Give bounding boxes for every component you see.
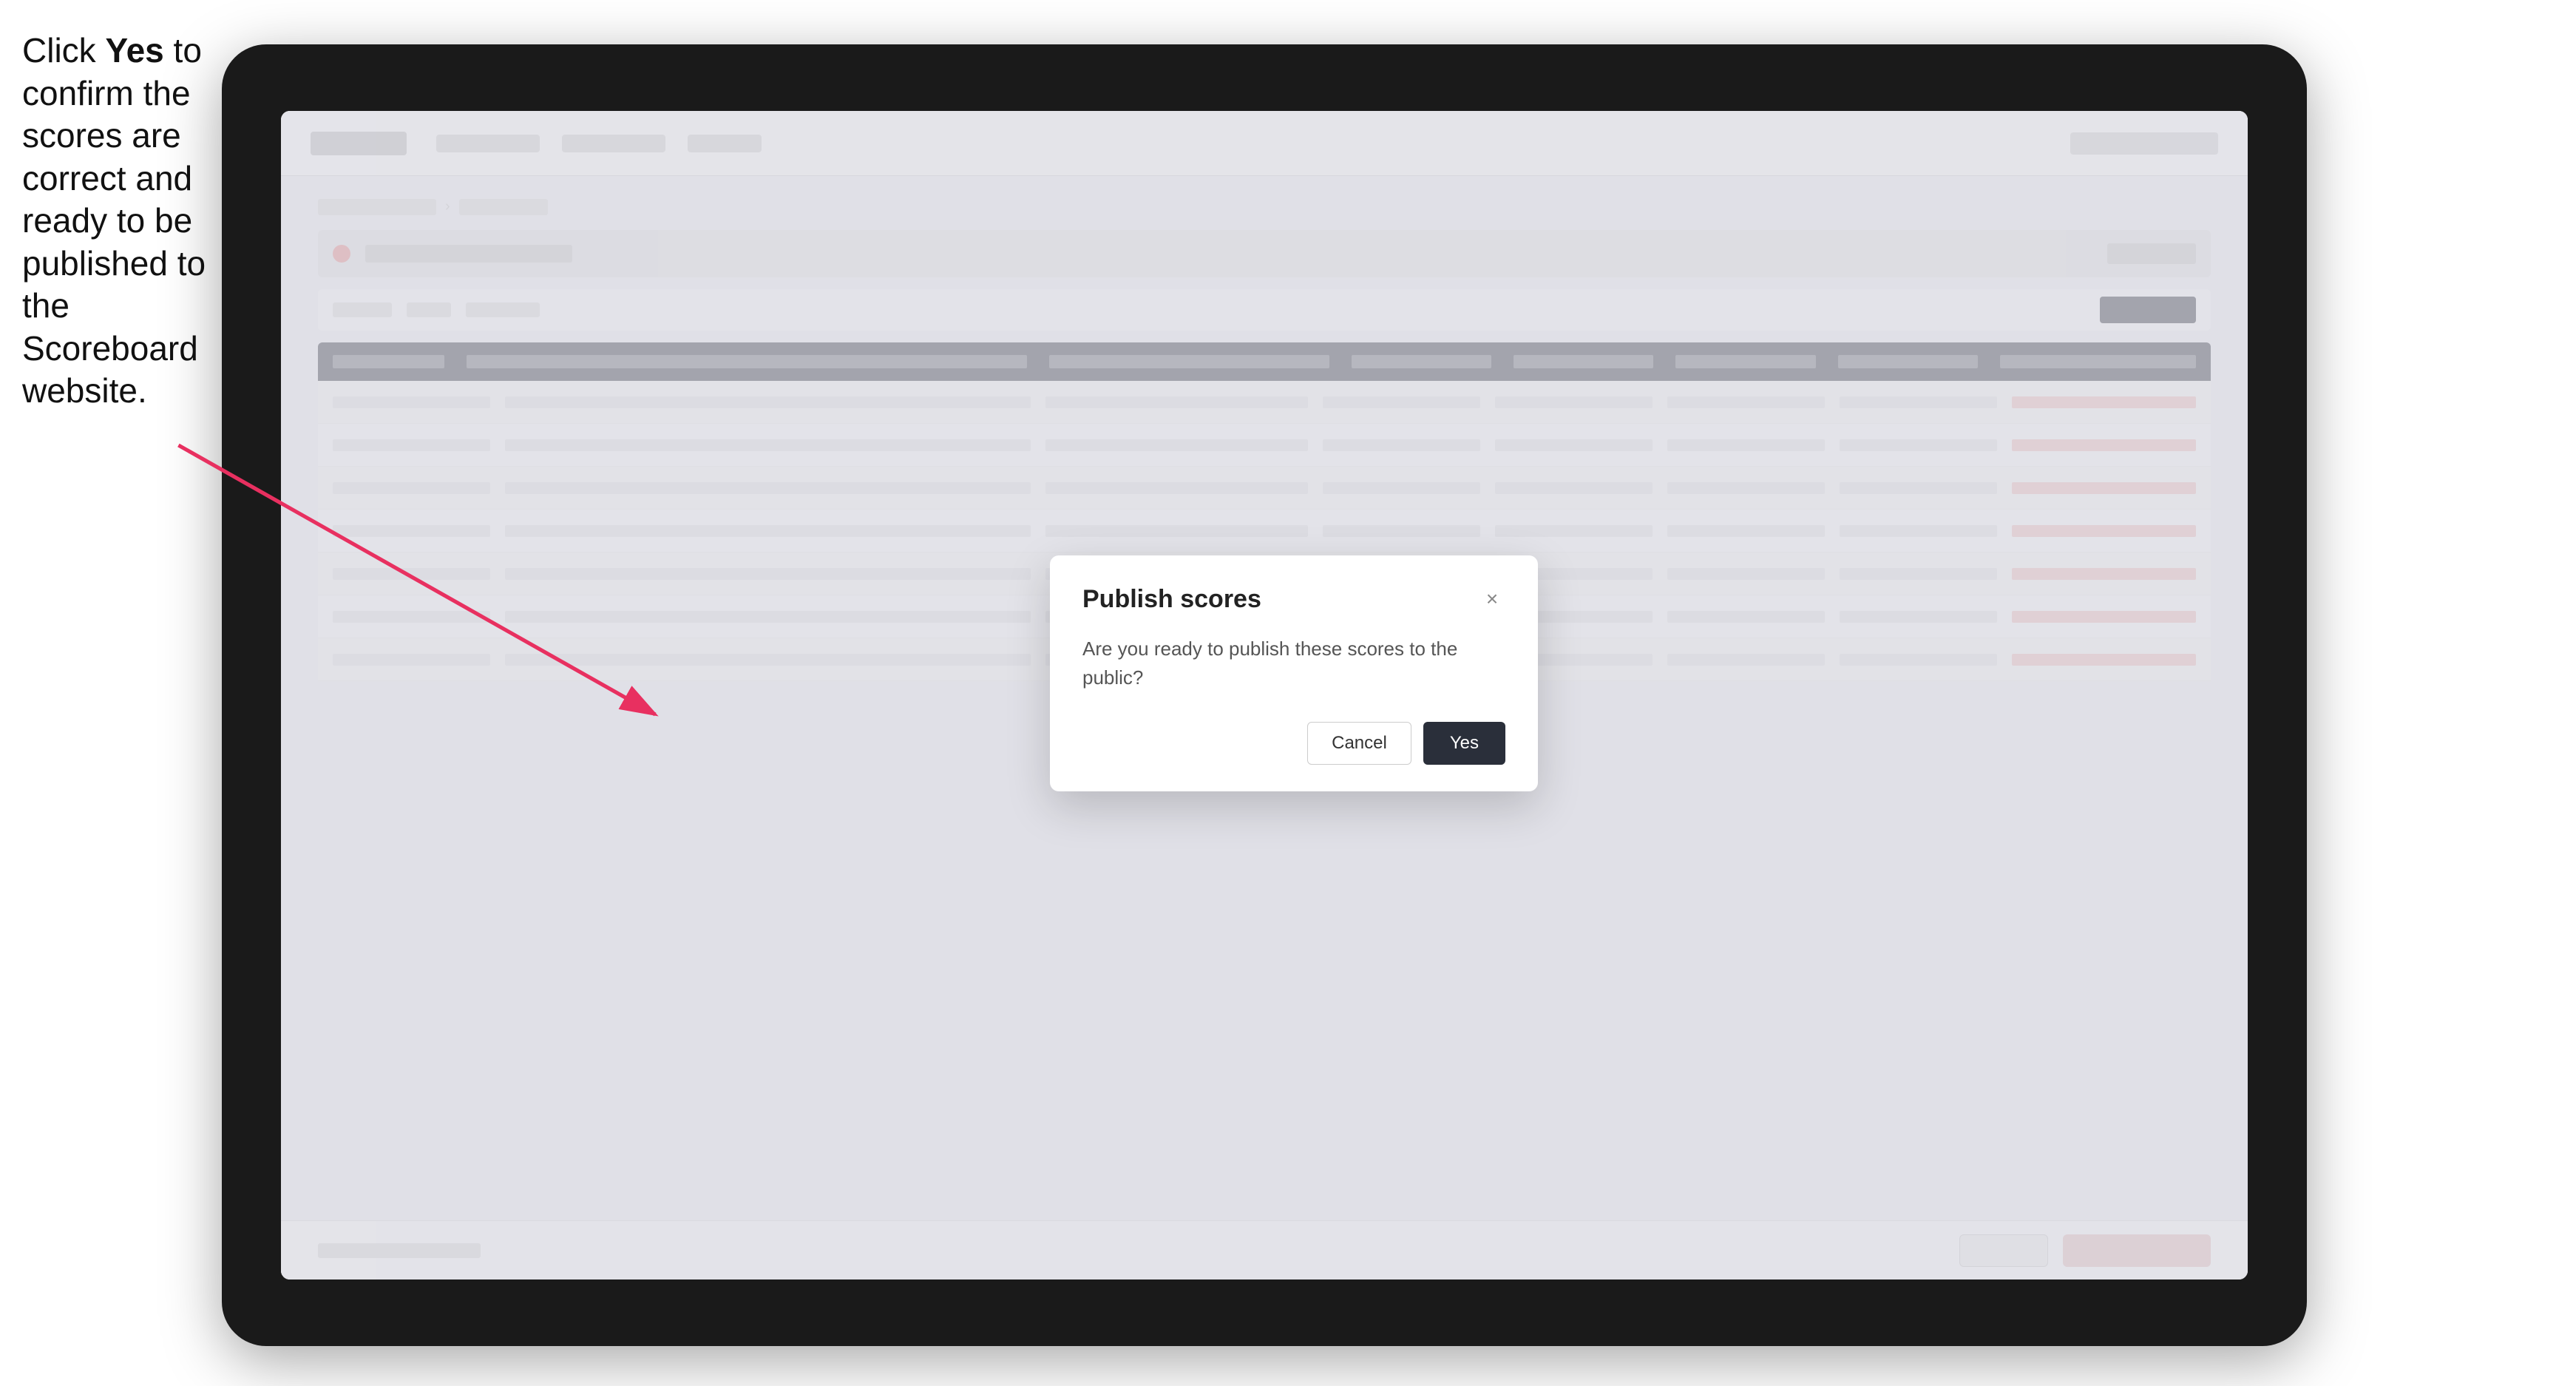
modal-title: Publish scores	[1082, 585, 1261, 614]
modal-footer: Cancel Yes	[1082, 722, 1505, 765]
tablet: ›	[222, 44, 2307, 1346]
modal-close-button[interactable]: ×	[1479, 586, 1505, 612]
instruction-text: Click Yes to confirm the scores are corr…	[22, 30, 229, 413]
modal-body-text: Are you ready to publish these scores to…	[1082, 635, 1505, 692]
yes-button[interactable]: Yes	[1423, 722, 1505, 765]
modal-overlay: Publish scores × Are you ready to publis…	[281, 111, 2248, 1279]
tablet-screen: ›	[281, 111, 2248, 1279]
instruction-bold: Yes	[105, 31, 163, 70]
modal-header: Publish scores ×	[1082, 585, 1505, 614]
publish-scores-modal: Publish scores × Are you ready to publis…	[1050, 555, 1538, 791]
instruction-rest: to confirm the scores are correct and re…	[22, 31, 206, 410]
cancel-button[interactable]: Cancel	[1307, 722, 1411, 765]
